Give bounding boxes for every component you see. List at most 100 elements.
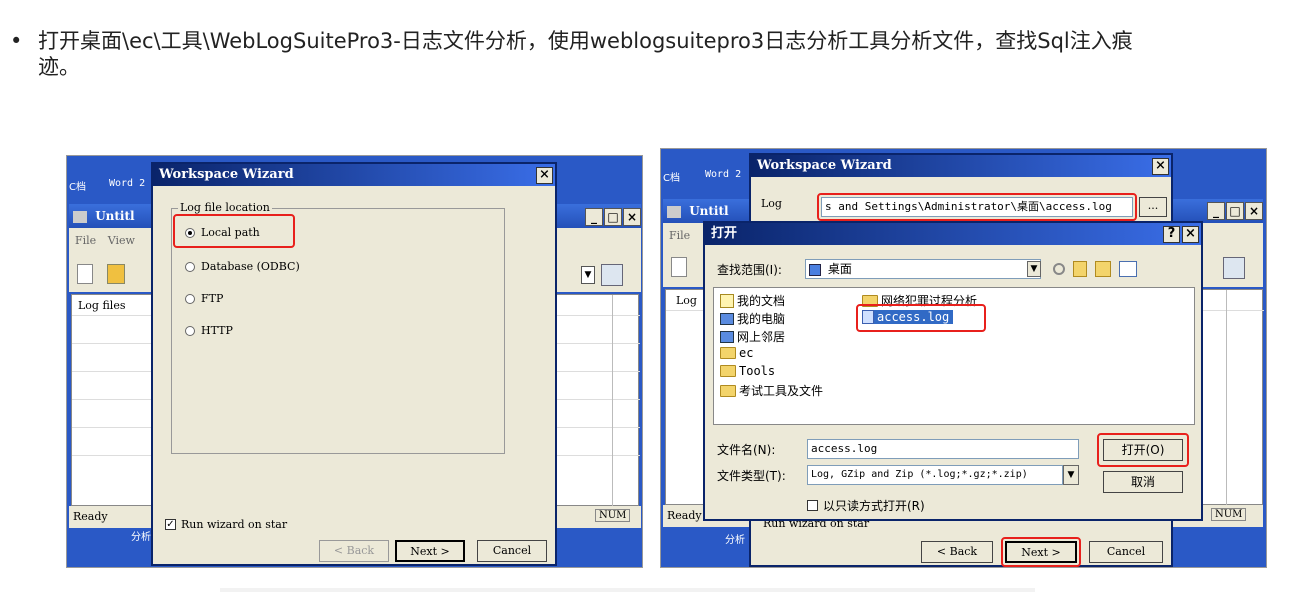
status-num: NUM <box>1211 508 1247 521</box>
app-window-buttons: _ □ × <box>1207 202 1263 220</box>
grid-col-line <box>612 295 613 507</box>
list-item-label: 我的文档 <box>737 294 786 308</box>
dropdown-arrow-icon[interactable]: ▼ <box>581 266 595 284</box>
list-item[interactable]: 考试工具及文件 <box>720 382 823 399</box>
radio-http[interactable]: HTTP <box>185 324 233 337</box>
new-file-icon[interactable] <box>77 264 93 284</box>
help-icon[interactable]: ? <box>1163 226 1180 243</box>
lookin-label: 查找范围(I): <box>717 263 782 277</box>
new-file-icon[interactable] <box>671 257 687 277</box>
checkbox-label: Run wizard on star <box>181 518 288 531</box>
back-button[interactable]: < Back <box>921 541 993 563</box>
menu-file[interactable]: File <box>669 229 690 242</box>
new-folder-icon[interactable] <box>1095 261 1111 277</box>
taskbar-text: 分析 <box>725 535 745 546</box>
views-menu-icon[interactable] <box>1119 261 1137 277</box>
list-item[interactable]: 网上邻居 <box>720 328 785 345</box>
menu-view[interactable]: View <box>108 234 135 247</box>
up-folder-icon[interactable] <box>1073 261 1087 277</box>
list-item[interactable]: Tools <box>720 364 775 378</box>
open-file-dialog: 打开 ? × 查找范围(I): 桌面 ▼ 我的文档 我的电脑 网上邻居 ec T… <box>703 221 1203 521</box>
cancel-button[interactable]: Cancel <box>477 540 547 562</box>
group-label: Log file location <box>178 201 272 214</box>
open-close-icon[interactable]: × <box>1182 226 1199 243</box>
browse-button[interactable]: ... <box>1139 197 1167 217</box>
list-item-label: ec <box>739 346 754 360</box>
wizard-close-icon[interactable]: × <box>536 167 553 184</box>
folder-icon <box>720 347 736 359</box>
col-log-files: Log files <box>78 299 126 312</box>
filetype-label: 文件类型(T): <box>717 469 786 483</box>
highlight-next <box>1001 537 1081 567</box>
app-window-buttons: _ □ × <box>585 208 641 226</box>
desktop-label-1: C档 <box>69 182 86 193</box>
filename-label: 文件名(N): <box>717 443 776 457</box>
lookin-select[interactable]: 桌面 <box>805 259 1041 279</box>
list-item-label: 我的电脑 <box>737 312 786 326</box>
radio-database[interactable]: Database (ODBC) <box>185 260 300 273</box>
close-icon[interactable]: × <box>623 208 641 226</box>
desktop-label-1: C档 <box>663 173 680 184</box>
run-wizard-checkbox[interactable]: ✓ Run wizard on star <box>165 518 287 531</box>
radio-label: HTTP <box>201 324 233 337</box>
maximize-icon[interactable]: □ <box>1226 202 1244 220</box>
radio-icon <box>185 261 195 272</box>
maximize-icon[interactable]: □ <box>604 208 622 226</box>
status-ready: Ready <box>667 509 702 522</box>
lookin-value: 桌面 <box>827 262 852 276</box>
desktop-label-2: Word 2 <box>109 178 146 189</box>
right-screenshot: C档 Word 2 Untitl _ □ × File Log Ready NU… <box>660 148 1267 568</box>
calendar-icon[interactable] <box>601 264 623 286</box>
open-dialog-title: 打开 <box>705 223 1201 245</box>
filename-input[interactable]: access.log <box>807 439 1079 459</box>
col-log: Log <box>676 294 697 307</box>
folder-icon <box>720 365 736 377</box>
radio-icon <box>185 293 195 304</box>
open-folder-icon[interactable] <box>107 264 125 284</box>
left-screenshot: C档 Word 2 Untitl _ □ × File View ▼ Log f… <box>66 155 643 568</box>
checkbox-box <box>807 500 818 511</box>
highlight-log-path <box>817 193 1137 221</box>
list-item[interactable]: 我的文档 <box>720 292 785 309</box>
cancel-button[interactable]: Cancel <box>1089 541 1163 563</box>
lookin-dropdown-icon[interactable]: ▼ <box>1027 261 1041 277</box>
wizard-close-icon[interactable]: × <box>1152 158 1169 175</box>
readonly-checkbox[interactable]: 以只读方式打开(R) <box>807 497 925 514</box>
filetype-dropdown-icon[interactable]: ▼ <box>1063 465 1079 485</box>
desktop-label-2: Word 2 <box>705 169 742 180</box>
instruction-text: 打开桌面\ec\工具\WebLogSuitePro3-日志文件分析，使用webl… <box>38 29 1133 79</box>
status-num: NUM <box>595 509 631 522</box>
minimize-icon[interactable]: _ <box>585 208 603 226</box>
checkbox-box: ✓ <box>165 519 176 530</box>
close-icon[interactable]: × <box>1245 202 1263 220</box>
back-nav-icon[interactable] <box>1053 263 1065 275</box>
next-button[interactable]: Next > <box>395 540 465 562</box>
minimize-icon[interactable]: _ <box>1207 202 1225 220</box>
bullet-dot: • <box>10 29 23 53</box>
checkbox-label: 以只读方式打开(R) <box>823 499 925 513</box>
list-item[interactable]: 我的电脑 <box>720 310 785 327</box>
my-documents-icon <box>720 293 734 308</box>
list-item-label: 网上邻居 <box>737 330 786 344</box>
app-title: Untitl <box>689 204 729 218</box>
app-icon <box>73 210 87 223</box>
list-item[interactable]: ec <box>720 346 753 360</box>
network-icon <box>720 330 734 343</box>
cancel-button-cn[interactable]: 取消 <box>1103 471 1183 493</box>
radio-label: FTP <box>201 292 224 305</box>
desktop-icon <box>809 263 821 276</box>
app-title: Untitl <box>95 209 135 223</box>
file-list: 我的文档 我的电脑 网上邻居 ec Tools 考试工具及文件 网络犯罪过程分析… <box>713 287 1195 425</box>
log-label: Log <box>761 197 782 210</box>
radio-ftp[interactable]: FTP <box>185 292 223 305</box>
wizard-title: Workspace Wizard <box>153 164 555 186</box>
radio-icon <box>185 325 195 336</box>
list-item-label: Tools <box>739 364 776 378</box>
menu-file[interactable]: File <box>75 234 96 247</box>
status-ready: Ready <box>73 510 108 523</box>
filetype-select[interactable]: Log, GZip and Zip (*.log;*.gz;*.zip) <box>807 465 1063 485</box>
taskbar-text: 分析 <box>131 532 151 543</box>
my-computer-icon <box>720 312 734 325</box>
back-button[interactable]: < Back <box>319 540 389 562</box>
calendar-icon[interactable] <box>1223 257 1245 279</box>
